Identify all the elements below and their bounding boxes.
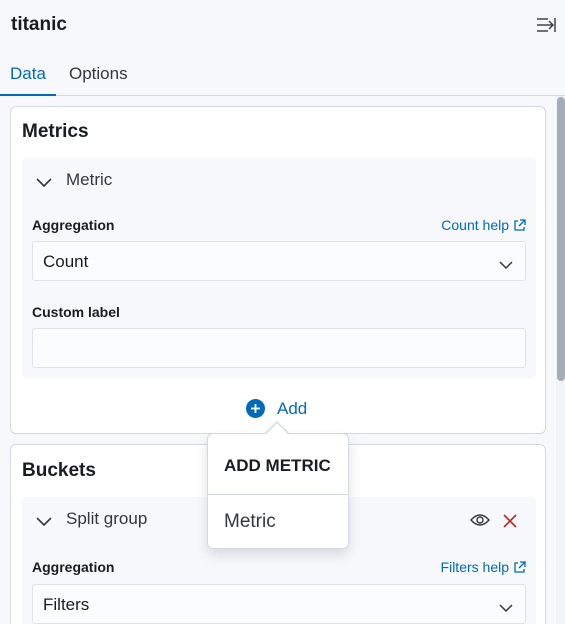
chevron-down-icon (499, 600, 513, 613)
editor-tabs: Data Options (0, 56, 565, 96)
page-title: titanic (11, 14, 67, 35)
count-help-label: Count help (441, 217, 509, 233)
bucket-aggregation-label: Aggregation (32, 559, 115, 575)
plus-circle-icon (246, 399, 265, 418)
popover-arrow-inner (265, 423, 289, 435)
custom-label-label: Custom label (32, 304, 120, 320)
metric-aggregation-select[interactable]: Count (32, 241, 526, 281)
custom-label-input[interactable] (32, 328, 526, 368)
popover-item-metric[interactable]: Metric (224, 511, 276, 533)
aggregation-value: Count (43, 252, 89, 271)
chevron-down-icon (499, 257, 513, 270)
aggregation-label: Aggregation (32, 217, 115, 233)
chevron-down-icon (36, 514, 52, 527)
filters-help-label: Filters help (440, 559, 509, 575)
filters-help-link[interactable]: Filters help (441, 559, 526, 575)
close-icon[interactable] (503, 514, 517, 533)
bucket-aggregation-select[interactable]: Filters (32, 584, 526, 624)
tab-data[interactable]: Data (0, 64, 56, 96)
add-metric-popover: ADD METRIC Metric (207, 433, 349, 549)
external-link-icon (514, 561, 526, 573)
metric-accordion-label: Metric (66, 170, 113, 189)
bucket-aggregation-value: Filters (43, 595, 90, 614)
popover-divider (208, 494, 348, 495)
add-label: Add (277, 399, 308, 418)
metric-aggregation-block: Metric Aggregation Count help Count Cust… (22, 158, 536, 378)
split-group-label: Split group (66, 509, 148, 528)
sidebar-header: titanic (0, 0, 565, 50)
metrics-title: Metrics (22, 121, 89, 142)
scrollbar-thumb[interactable] (557, 97, 565, 381)
chevron-down-icon (36, 175, 52, 188)
external-link-icon (514, 219, 526, 231)
count-help-link[interactable]: Count help (441, 217, 526, 233)
buckets-title: Buckets (22, 460, 96, 481)
popover-title: ADD METRIC (224, 456, 331, 475)
menu-collapse-icon[interactable] (536, 16, 556, 34)
eye-icon[interactable] (470, 513, 490, 532)
metrics-panel: Metrics Metric Aggregation Count help Co… (10, 106, 546, 434)
tab-options[interactable]: Options (59, 64, 138, 96)
